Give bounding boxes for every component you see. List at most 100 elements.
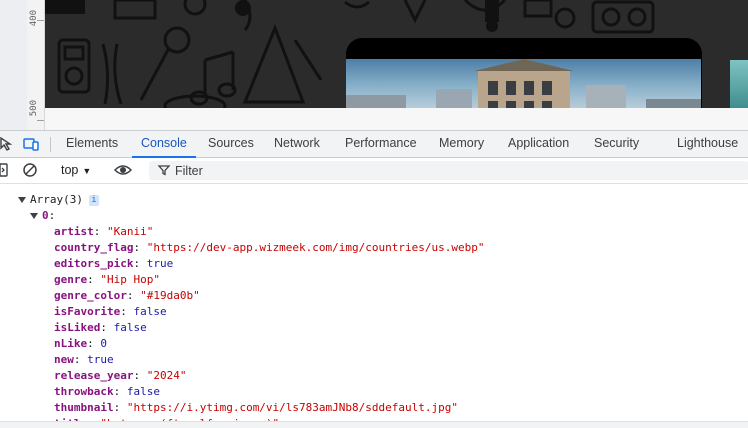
filter-icon [157, 163, 171, 177]
colon: : [133, 257, 147, 270]
property-value: "Kanii" [107, 225, 154, 238]
property-key: editors_pick [54, 257, 134, 270]
property-value: "https://i.ytimg.com/vi/ls783amJNb8/sdde… [126, 401, 458, 414]
property-value: false [133, 305, 167, 318]
tab-application[interactable]: Application [508, 131, 569, 157]
page-preview: 400 500 [0, 0, 748, 130]
context-value: top [61, 163, 79, 177]
colon: : [87, 337, 101, 350]
tab-label: Performance [345, 136, 417, 150]
tab-elements[interactable]: Elements [66, 131, 118, 157]
object-property-row[interactable]: new: true [54, 352, 485, 368]
page-content [45, 0, 748, 108]
colon: : [133, 241, 147, 254]
object-property-row[interactable]: throwback: false [54, 384, 485, 400]
property-key: nLike [54, 337, 88, 350]
expand-triangle-icon[interactable] [30, 213, 38, 219]
object-property-row[interactable]: editors_pick: true [54, 256, 485, 272]
property-key: isFavorite [54, 305, 121, 318]
property-key: isLiked [54, 321, 101, 334]
live-expression-eye-icon[interactable] [113, 161, 133, 179]
tab-memory[interactable]: Memory [439, 131, 484, 157]
hero-video-card[interactable] [346, 38, 702, 108]
property-key: genre [54, 273, 88, 286]
property-key: country_flag [54, 241, 134, 254]
property-value: false [113, 321, 147, 334]
object-property-row[interactable]: thumbnail: "https://i.ytimg.com/vi/ls783… [54, 400, 485, 416]
object-property-row[interactable]: country_flag: "https://dev-app.wizmeek.c… [54, 240, 485, 256]
ruler-tick [37, 120, 44, 121]
property-key: new [54, 353, 74, 366]
property-value: true [146, 257, 174, 270]
array-index-row[interactable]: 0: [30, 208, 55, 224]
property-value: true [87, 353, 114, 366]
inspect-element-icon[interactable] [0, 135, 14, 153]
filter-input[interactable] [175, 161, 735, 180]
colon: : [87, 273, 101, 286]
object-property-row[interactable]: isLiked: false [54, 320, 485, 336]
ruler-label-400: 400 [29, 10, 39, 27]
colon: : [133, 369, 147, 382]
property-key: artist [54, 225, 94, 238]
property-value: false [126, 385, 160, 398]
tab-label: Lighthouse [677, 136, 739, 150]
property-value: "2024" [146, 369, 187, 382]
info-badge[interactable]: i [88, 194, 99, 206]
next-card-thumbnail[interactable] [730, 60, 748, 108]
property-key: genre_color [54, 289, 127, 302]
tab-label: Network [274, 136, 320, 150]
index-key: 0 [42, 209, 49, 222]
property-key: thumbnail [54, 401, 114, 414]
console-filter-box [149, 161, 748, 180]
colon: : [73, 353, 88, 366]
hero-thumbnail-image [346, 59, 701, 108]
colon: : [100, 321, 114, 334]
property-key: throwback [54, 385, 114, 398]
sidebar-toggle-icon[interactable] [0, 161, 10, 179]
object-properties-list: artist: "Kanii" country_flag: "https://de… [54, 224, 485, 427]
array-entry-row[interactable]: Array(3) i [18, 192, 99, 208]
vertical-ruler: 400 500 [27, 0, 45, 130]
property-value: "Hip Hop" [100, 273, 160, 286]
colon: : [126, 289, 141, 302]
object-property-row[interactable]: release_year: "2024" [54, 368, 485, 384]
tab-label: Application [508, 136, 570, 150]
tab-sources[interactable]: Sources [208, 131, 254, 157]
object-property-row[interactable]: genre_color: "#19da0b" [54, 288, 485, 304]
object-property-row[interactable]: artist: "Kanii" [54, 224, 485, 240]
clear-console-icon[interactable] [21, 161, 39, 179]
chevron-down-icon: ▼ [82, 166, 92, 176]
property-value: 0 [100, 337, 107, 350]
console-output: Array(3) i 0: artist: "Kanii" country_flag… [0, 184, 748, 427]
tab-label: Elements [66, 136, 119, 150]
colon: : [120, 305, 134, 318]
property-value: "https://dev-app.wizmeek.com/img/countri… [146, 241, 485, 254]
tab-network[interactable]: Network [274, 131, 320, 157]
colon: : [113, 385, 127, 398]
page-bottom-area [45, 108, 748, 130]
property-key: release_year [54, 369, 134, 382]
object-property-row[interactable]: isFavorite: false [54, 304, 485, 320]
tab-divider [50, 137, 51, 152]
devtools-tab-bar: Elements Console Sources Network Perform… [0, 130, 748, 158]
tab-lighthouse[interactable]: Lighthouse [677, 131, 738, 157]
colon: : [113, 401, 127, 414]
tab-performance[interactable]: Performance [345, 131, 417, 157]
ruler-label-500: 500 [29, 100, 39, 117]
tab-label: Memory [439, 136, 485, 150]
tab-label: Sources [208, 136, 254, 150]
device-toolbar-icon[interactable] [22, 135, 40, 153]
tab-label: Security [594, 136, 640, 150]
property-value: "#19da0b" [140, 289, 200, 302]
colon: : [48, 209, 56, 222]
tab-security[interactable]: Security [594, 131, 639, 157]
expand-triangle-icon[interactable] [18, 197, 26, 203]
console-toolbar: top ▼ [0, 158, 748, 184]
array-label: Array(3) [30, 193, 83, 206]
building-illustration [346, 59, 701, 108]
object-property-row[interactable]: nLike: 0 [54, 336, 485, 352]
execution-context-select[interactable]: top ▼ [55, 161, 97, 179]
colon: : [93, 225, 107, 238]
object-property-row[interactable]: genre: "Hip Hop" [54, 272, 485, 288]
tab-console[interactable]: Console [132, 131, 196, 158]
